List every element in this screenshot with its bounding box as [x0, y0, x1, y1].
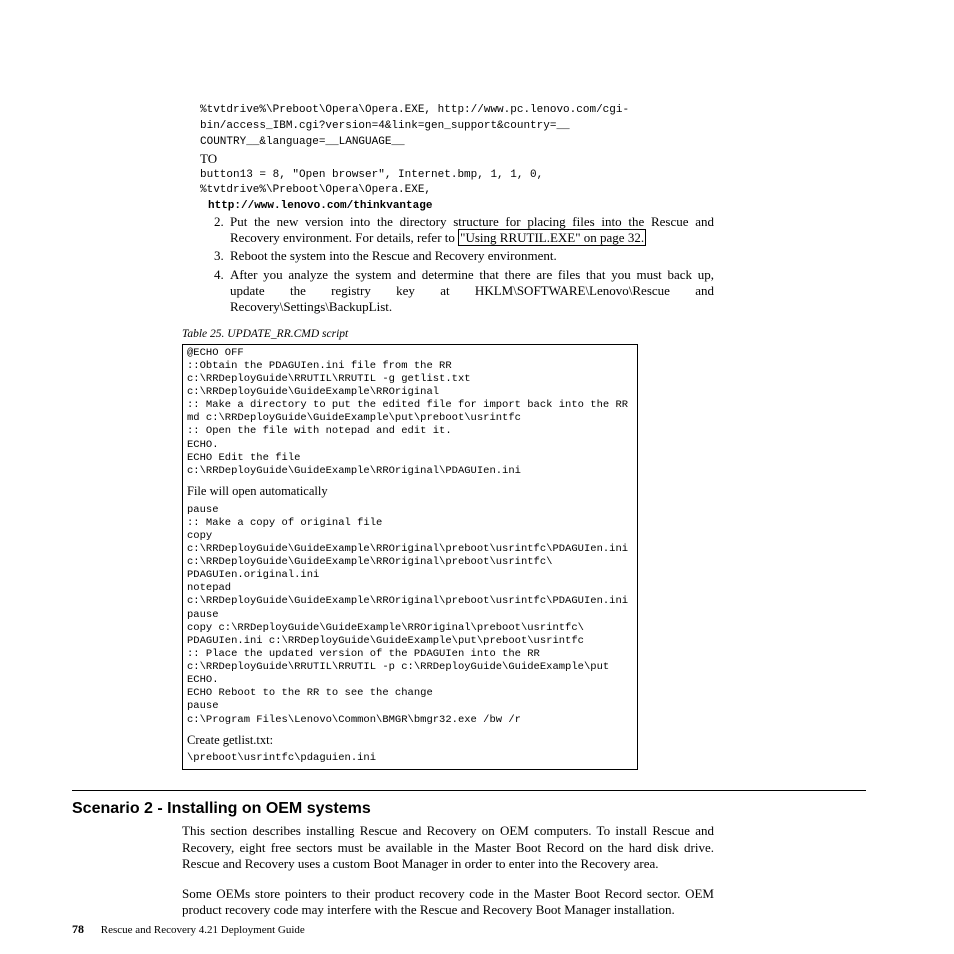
- list-text: After you analyze the system and determi…: [230, 267, 714, 315]
- script-note: File will open automatically: [187, 484, 633, 500]
- to-label: TO: [200, 151, 866, 167]
- script-box: @ECHO OFF ::Obtain the PDAGUIen.ini file…: [182, 344, 638, 771]
- bold-url: http://www.lenovo.com/thinkvantage: [208, 200, 866, 214]
- list-text: Reboot the system into the Rescue and Re…: [230, 248, 557, 263]
- list-number: 4.: [214, 267, 224, 283]
- code-line: COUNTRY__&language=__LANGUAGE__: [200, 136, 866, 150]
- code-line: button13 = 8, "Open browser", Internet.b…: [200, 169, 866, 183]
- script-note: Create getlist.txt:: [187, 733, 633, 749]
- page-number: 78: [72, 922, 84, 936]
- code-line: bin/access_IBM.cgi?version=4&link=gen_su…: [200, 120, 866, 134]
- code-line: %tvtdrive%\Preboot\Opera\Opera.EXE,: [200, 184, 866, 198]
- list-number: 3.: [214, 248, 224, 264]
- section-divider: [72, 790, 866, 791]
- list-number: 2.: [214, 214, 224, 230]
- script-block: pause :: Make a copy of original file co…: [187, 504, 633, 727]
- list-item: 2. Put the new version into the director…: [214, 214, 714, 247]
- script-block: @ECHO OFF ::Obtain the PDAGUIen.ini file…: [187, 347, 633, 478]
- section-heading: Scenario 2 - Installing on OEM systems: [72, 799, 866, 819]
- list-item: 3. Reboot the system into the Rescue and…: [214, 248, 714, 264]
- body-paragraph: This section describes installing Rescue…: [182, 823, 714, 872]
- page-footer: 78 Rescue and Recovery 4.21 Deployment G…: [72, 922, 305, 938]
- footer-title: Rescue and Recovery 4.21 Deployment Guid…: [101, 924, 305, 936]
- table-caption: Table 25. UPDATE_RR.CMD script: [182, 327, 866, 341]
- body-paragraph: Some OEMs store pointers to their produc…: [182, 886, 714, 919]
- cross-ref-link[interactable]: "Using RRUTIL.EXE" on page 32.: [458, 229, 646, 246]
- list-item: 4. After you analyze the system and dete…: [214, 267, 714, 316]
- code-line: %tvtdrive%\Preboot\Opera\Opera.EXE, http…: [200, 104, 866, 118]
- script-block: \preboot\usrintfc\pdaguien.ini: [187, 752, 633, 765]
